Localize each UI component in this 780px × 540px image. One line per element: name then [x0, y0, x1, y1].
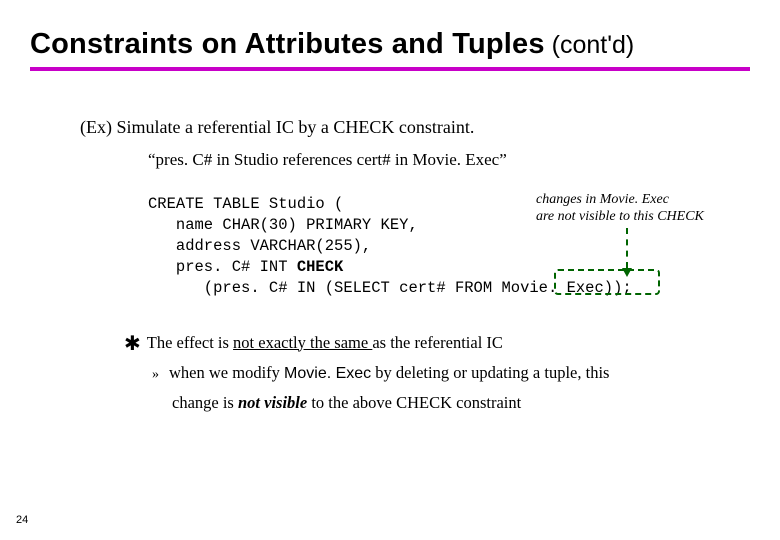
title-tail: (cont'd) [545, 31, 635, 59]
slide-title: Constraints on Attributes and Tuples (co… [30, 28, 750, 61]
title-main: Constraints on Attributes and Tuples [30, 28, 545, 60]
example-text: Simulate a referential IC by a CHECK con… [116, 117, 474, 137]
highlight-box [554, 269, 660, 295]
note-line-2: » when we modify Movie. Exec by deleting… [152, 361, 740, 385]
raquo-icon: » [152, 365, 159, 385]
code-l5a: (pres. C# IN (SELECT cert# FROM [148, 279, 501, 297]
note-p3a: change is [172, 393, 238, 412]
note-p1b: not exactly the same [233, 333, 372, 352]
code-l4b-check: CHECK [297, 258, 344, 276]
note-p2a: when we modify [169, 363, 284, 382]
code-l1: CREATE TABLE Studio ( [148, 195, 343, 213]
note-block: ✱ The effect is not exactly the same as … [124, 331, 740, 415]
code-block: CREATE TABLE Studio ( name CHAR(30) PRIM… [148, 194, 740, 299]
code-l3: address VARCHAR(255), [148, 237, 371, 255]
annot-l2: are not visible to this CHECK [536, 209, 704, 224]
example-line: (Ex) Simulate a referential IC by a CHEC… [80, 117, 740, 138]
note-p2b: Movie. Exec [284, 365, 371, 382]
asterisk-icon: ✱ [124, 334, 141, 354]
note-line-3: change is not visible to the above CHECK… [172, 391, 740, 415]
annot-l1: changes in Movie. Exec [536, 192, 669, 207]
quote-line: “pres. C# in Studio references cert# in … [148, 150, 740, 170]
note-line-1: ✱ The effect is not exactly the same as … [124, 331, 740, 355]
code-l4a: pres. C# INT [148, 258, 297, 276]
code-l2: name CHAR(30) PRIMARY KEY, [148, 216, 418, 234]
page-number: 24 [16, 514, 28, 526]
annotation-text: changes in Movie. Exec are not visible t… [536, 192, 736, 226]
note-p1c: as the referential IC [372, 333, 503, 352]
note-p1a: The effect is [147, 333, 233, 352]
slide-body: (Ex) Simulate a referential IC by a CHEC… [30, 71, 750, 415]
example-prefix: (Ex) [80, 117, 116, 137]
note-p2c: by deleting or updating a tuple, this [371, 363, 609, 382]
note-p3b: not visible [238, 393, 307, 412]
note-p3c: to the above CHECK constraint [307, 393, 521, 412]
